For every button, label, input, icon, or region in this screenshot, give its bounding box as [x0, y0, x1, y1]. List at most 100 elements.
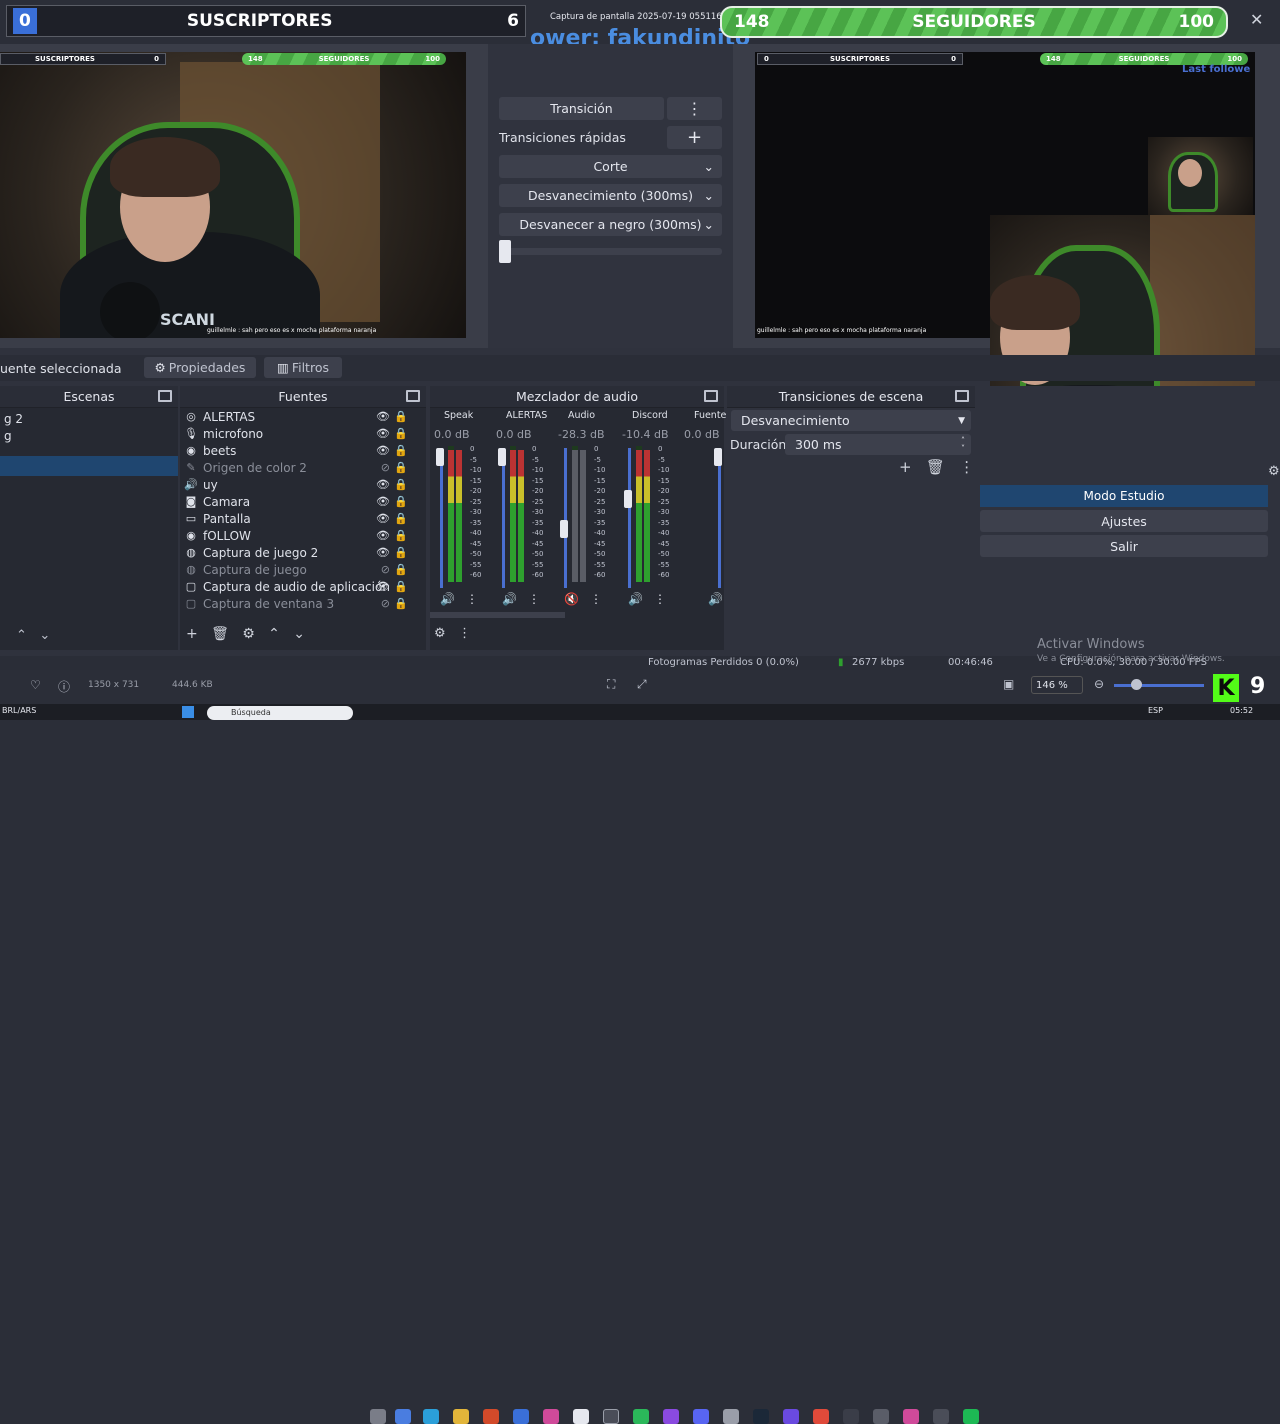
zoom-select[interactable]: 146 % [1031, 676, 1083, 694]
channel-menu-icon[interactable]: ⋮ [654, 592, 666, 606]
duration-input[interactable]: 300 ms ˄ ˅ [785, 434, 971, 455]
lock-icon[interactable]: 🔒 [394, 580, 408, 593]
transition-select[interactable]: Desvanecimiento ▼ [731, 410, 971, 431]
zoom-out-icon[interactable]: ⊖ [1094, 677, 1104, 691]
volume-fader[interactable] [502, 448, 505, 588]
spinner-icon[interactable]: ˄ ˅ [961, 436, 965, 453]
transition-button[interactable]: Transición [499, 97, 664, 120]
edge-icon[interactable] [395, 1409, 411, 1424]
taskbar-clock[interactable]: 05:52 [1230, 706, 1253, 715]
undock-icon[interactable] [158, 390, 172, 402]
add-source-icon[interactable]: + [186, 626, 198, 642]
volume-knob[interactable] [624, 490, 632, 508]
lock-icon[interactable]: 🔒 [394, 597, 408, 610]
properties-button[interactable]: ⚙ Propiedades [144, 357, 256, 378]
app-icon[interactable] [723, 1409, 739, 1424]
source-down-icon[interactable]: ⌄ [293, 626, 305, 642]
studio-mode-button[interactable]: Modo Estudio [980, 485, 1268, 507]
lock-icon[interactable]: 🔒 [394, 512, 408, 525]
eye-icon[interactable]: 👁 [376, 529, 390, 542]
volume-knob[interactable] [498, 448, 506, 466]
channel-menu-icon[interactable]: ⋮ [528, 592, 540, 606]
eye-icon[interactable]: 👁 [376, 478, 390, 491]
taskbar-search[interactable]: Búsqueda [207, 706, 353, 720]
source-item[interactable]: ◉ beets 👁 🔒 [180, 442, 420, 459]
currency-widget[interactable]: BRL/ARS [2, 706, 36, 715]
close-icon[interactable]: ✕ [1250, 10, 1263, 29]
volume-knob[interactable] [436, 448, 444, 466]
favorite-icon[interactable]: ♡ [30, 678, 41, 692]
crop-icon[interactable]: ▣ [1003, 677, 1014, 691]
source-item[interactable]: ✎ Origen de color 2 ⊘ 🔒 [180, 459, 420, 476]
eye-icon[interactable]: 👁 [376, 580, 390, 593]
tbar-handle[interactable] [499, 240, 511, 263]
source-item[interactable]: 🔊 uy 👁 🔒 [180, 476, 420, 493]
info-icon[interactable]: ⓘ [58, 678, 70, 695]
browser-icon[interactable] [423, 1409, 439, 1424]
add-quick-transition-icon[interactable]: + [667, 126, 722, 149]
volume-fader[interactable] [564, 448, 567, 588]
obs-icon[interactable] [603, 1409, 619, 1424]
lock-icon[interactable]: 🔒 [394, 410, 408, 423]
undock-icon[interactable] [704, 390, 718, 402]
explorer-icon[interactable] [453, 1409, 469, 1424]
delete-source-icon[interactable]: 🗑 [211, 626, 229, 642]
mixer-menu-icon[interactable]: ⋮ [458, 626, 471, 641]
expand-icon[interactable]: ⤢ [637, 677, 647, 692]
eye-icon[interactable]: 👁 [376, 410, 390, 423]
transition-props-icon[interactable]: ⋮ [959, 458, 974, 476]
add-transition-icon[interactable]: + [899, 458, 912, 476]
volume-fader[interactable] [718, 448, 721, 588]
lock-icon[interactable]: 🔒 [394, 461, 408, 474]
eye-hidden-icon[interactable]: ⊘ [381, 461, 390, 474]
scene-down-icon[interactable]: ⌄ [39, 628, 50, 643]
app-icon[interactable] [783, 1409, 799, 1424]
app-icon[interactable] [903, 1409, 919, 1424]
lock-icon[interactable]: 🔒 [394, 427, 408, 440]
channel-menu-icon[interactable]: ⋮ [590, 592, 602, 606]
source-item[interactable]: ◉ fOLLOW 👁 🔒 [180, 527, 420, 544]
mixer-settings-icon[interactable]: ⚙ [434, 626, 446, 641]
exit-button[interactable]: Salir [980, 535, 1268, 557]
speaker-icon[interactable]: 🔊 [440, 592, 455, 606]
source-item[interactable]: ◎ ALERTAS 👁 🔒 [180, 408, 420, 425]
undock-icon[interactable] [955, 390, 969, 402]
speaker-icon[interactable]: 🔊 [708, 592, 723, 606]
app-icon[interactable] [843, 1409, 859, 1424]
lock-icon[interactable]: 🔒 [394, 495, 408, 508]
filters-button[interactable]: ▥ Filtros [264, 357, 342, 378]
eye-icon[interactable]: 👁 [376, 512, 390, 525]
source-item[interactable]: ▢ Captura de audio de aplicación 👁 🔒 [180, 578, 420, 595]
volume-fader[interactable] [628, 448, 631, 588]
settings-button[interactable]: Ajustes [980, 510, 1268, 532]
speaker-icon[interactable]: 🔊 [502, 592, 517, 606]
notepad-icon[interactable] [573, 1409, 589, 1424]
lock-icon[interactable]: 🔒 [394, 529, 408, 542]
mixer-scrollbar[interactable] [430, 612, 565, 618]
scene-item[interactable]: g 2 [0, 410, 178, 427]
source-item[interactable]: ▢ Captura de ventana 3 ⊘ 🔒 [180, 595, 420, 612]
volume-knob[interactable] [560, 520, 568, 538]
app-icon[interactable] [663, 1409, 679, 1424]
undock-icon[interactable] [406, 390, 420, 402]
lock-icon[interactable]: 🔒 [394, 444, 408, 457]
eye-icon[interactable]: 👁 [376, 546, 390, 559]
gear-icon[interactable]: ⚙ [1268, 464, 1280, 479]
lock-icon[interactable]: 🔒 [394, 546, 408, 559]
tbar-slider[interactable] [499, 248, 722, 255]
source-item[interactable]: 🎙 microfono 👁 🔒 [180, 425, 420, 442]
app-icon[interactable] [483, 1409, 499, 1424]
eye-hidden-icon[interactable]: ⊘ [381, 563, 390, 576]
eye-icon[interactable]: 👁 [376, 495, 390, 508]
source-up-icon[interactable]: ⌃ [268, 626, 280, 642]
quick-transition-cut[interactable]: Corte ⌄ [499, 155, 722, 178]
transition-menu-icon[interactable]: ⋮ [667, 97, 722, 120]
lock-icon[interactable]: 🔒 [394, 563, 408, 576]
app-icon[interactable] [933, 1409, 949, 1424]
source-item[interactable]: ▭ Pantalla 👁 🔒 [180, 510, 420, 527]
discord-icon[interactable] [693, 1409, 709, 1424]
eye-hidden-icon[interactable]: ⊘ [381, 597, 390, 610]
app-icon[interactable] [873, 1409, 889, 1424]
app-icon[interactable] [543, 1409, 559, 1424]
language-indicator[interactable]: ESP [1148, 706, 1163, 715]
